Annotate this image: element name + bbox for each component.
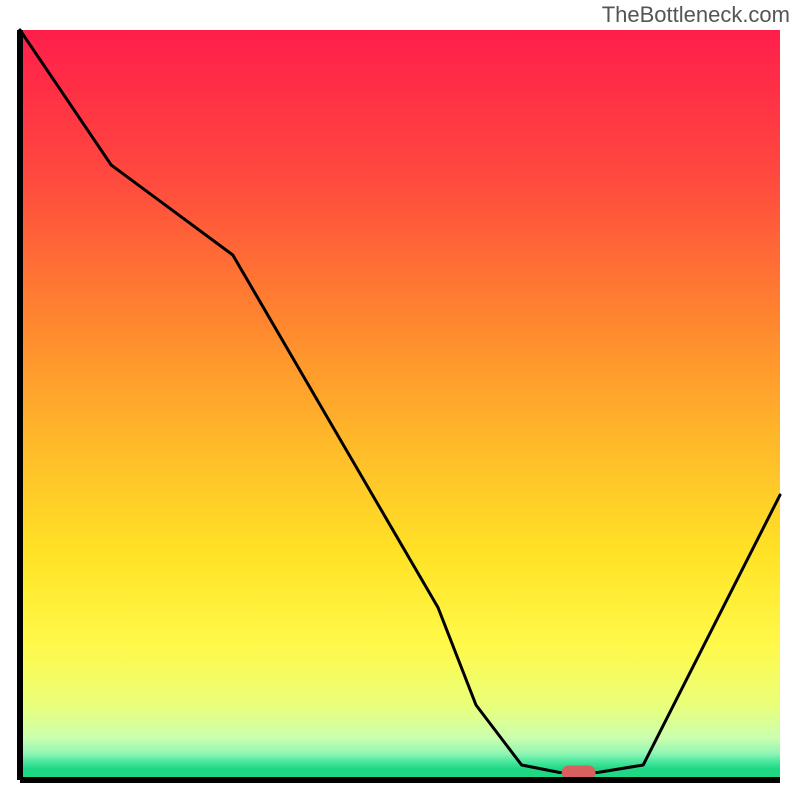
chart-background xyxy=(20,30,780,780)
chart-svg xyxy=(0,0,800,800)
bottleneck-chart: TheBottleneck.com xyxy=(0,0,800,800)
